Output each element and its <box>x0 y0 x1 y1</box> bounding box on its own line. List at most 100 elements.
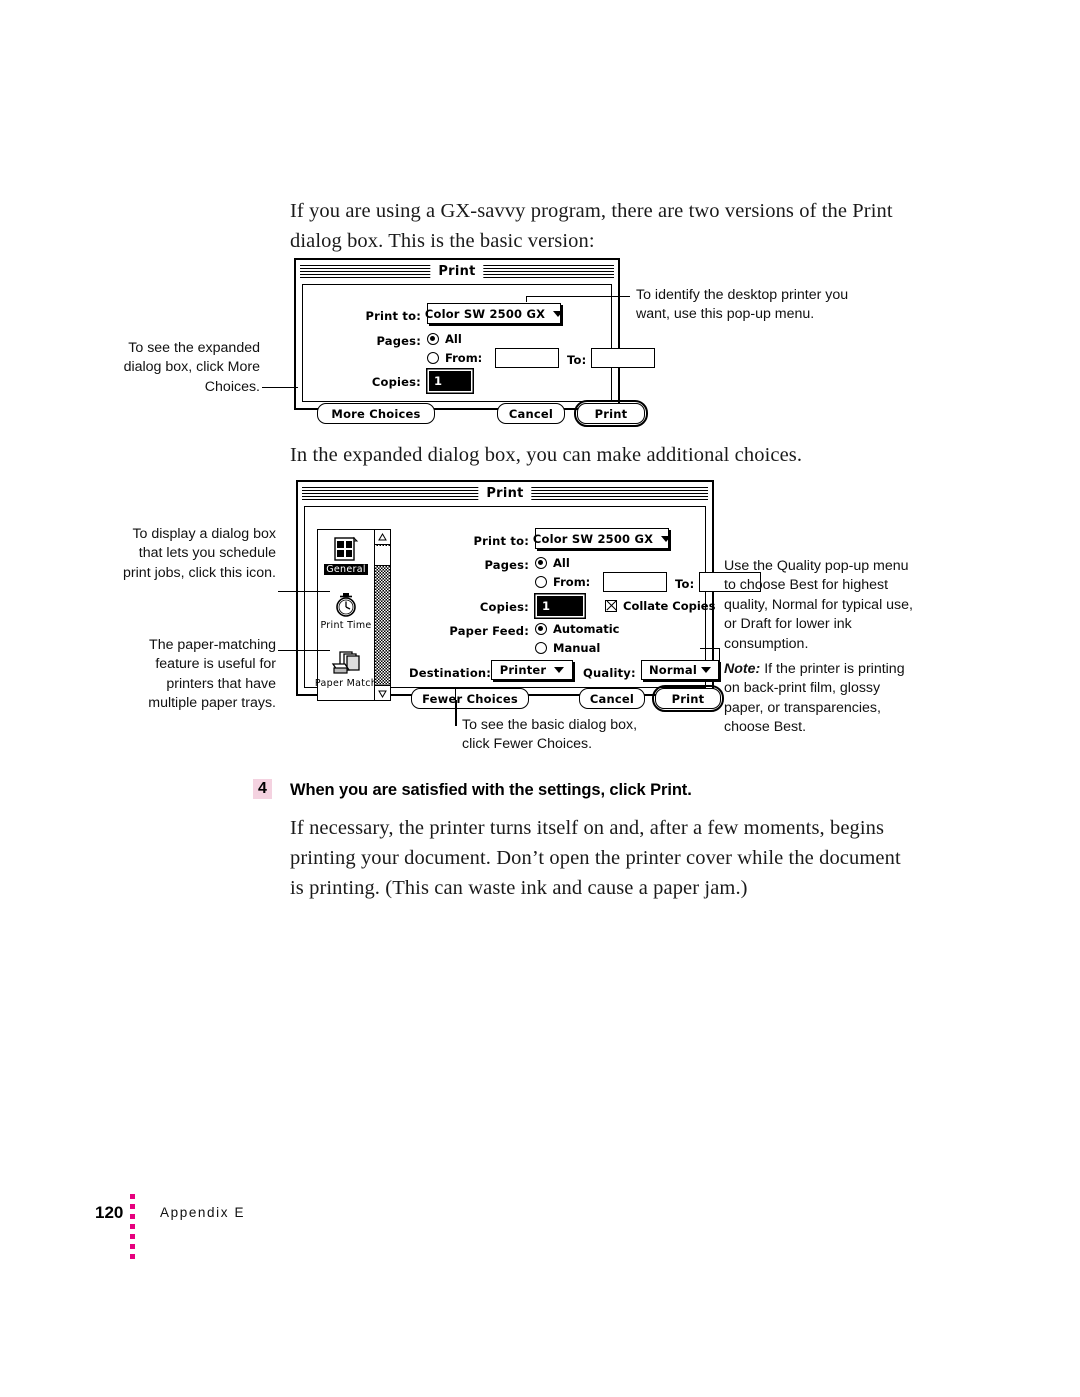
cancel-button[interactable]: Cancel <box>497 403 565 424</box>
pages-from-radio[interactable]: From: <box>427 351 482 365</box>
radio-dot-icon <box>535 557 547 569</box>
pages-from-radio[interactable]: From: <box>535 575 590 589</box>
callout-expanded-right-note: Note: If the printer is printing on back… <box>724 660 916 738</box>
print-button[interactable]: Print <box>574 400 648 427</box>
closing-paragraph: If necessary, the printer turns itself o… <box>290 817 901 899</box>
leader-expanded-right-drop <box>719 648 720 668</box>
step-text: When you are satisfied with the settings… <box>290 781 692 799</box>
collate-copies-label: Collate Copies <box>623 599 716 613</box>
pages-all-radio[interactable]: All <box>535 556 570 570</box>
pages-from-input[interactable] <box>495 348 559 368</box>
collate-copies-checkbox[interactable]: Collate Copies <box>605 599 715 613</box>
scrollbar-thumb[interactable] <box>375 546 390 566</box>
chevron-down-icon <box>554 667 565 673</box>
pages-to-label: To: <box>567 353 587 367</box>
footer-dot <box>130 1224 135 1229</box>
print-to-label: Print to: <box>473 534 529 548</box>
footer-dot <box>130 1214 135 1219</box>
pages-from-label: From: <box>553 575 591 589</box>
footer-dot <box>130 1244 135 1249</box>
footer-dot <box>130 1194 135 1199</box>
basic-dialog-content: Print to: Color SW 2500 GX Pages: All Fr… <box>302 284 655 427</box>
intro-paragraph: If you are using a GX-savvy program, the… <box>290 200 893 252</box>
document-page-icon <box>334 536 359 561</box>
callout-expanded-bottom: To see the basic dialog box, click Fewer… <box>462 717 638 753</box>
radio-dot-icon <box>535 576 547 588</box>
footer-dot-column <box>130 1194 135 1259</box>
scroll-up-arrow-icon[interactable] <box>375 530 390 545</box>
destination-label: Destination: <box>409 666 492 680</box>
callout-basic-right: To identify the desktop printer you want… <box>636 287 849 323</box>
leader-basic-left <box>262 387 298 388</box>
expanded-dialog-content: General Print Time Paper Match Print to:… <box>304 506 761 712</box>
quality-label: Quality: <box>583 666 636 680</box>
radio-dot-icon <box>427 352 439 364</box>
footer-section-label: Appendix E <box>160 1205 246 1220</box>
chevron-down-icon <box>661 535 672 542</box>
middle-paragraph: In the expanded dialog box, you can make… <box>290 444 803 466</box>
paper-feed-manual-radio[interactable]: Manual <box>535 641 600 655</box>
paper-feed-manual-label: Manual <box>553 641 601 655</box>
icon-caption: Paper Match <box>314 678 378 689</box>
pages-from-label: From: <box>445 351 483 365</box>
chevron-down-icon <box>701 667 712 673</box>
print-button[interactable]: Print <box>652 685 724 712</box>
callout-expanded-left-bottom: The paper-matching feature is useful for… <box>148 637 276 712</box>
quality-value: Normal <box>648 663 698 677</box>
paper-feed-label: Paper Feed: <box>449 624 529 638</box>
footer-dot <box>130 1234 135 1239</box>
leader-expanded-left-bottom <box>278 650 330 651</box>
cancel-button[interactable]: Cancel <box>579 688 645 709</box>
expanded-print-dialog: Print General Print Time Paper Match Pri… <box>296 480 761 712</box>
icon-cell-general[interactable]: General <box>318 536 374 575</box>
checkbox-icon <box>605 600 617 612</box>
pages-to-input[interactable] <box>591 348 655 368</box>
basic-dialog-title: Print <box>430 263 484 281</box>
radio-dot-icon <box>535 623 547 635</box>
pages-from-input[interactable] <box>603 572 667 592</box>
paper-feed-automatic-label: Automatic <box>553 622 620 636</box>
icon-list-scrollbar[interactable] <box>374 530 390 700</box>
stopwatch-icon <box>336 593 356 617</box>
pages-to-label: To: <box>675 577 695 591</box>
leader-expanded-right <box>700 648 720 649</box>
footer-dot <box>130 1204 135 1209</box>
paper-feed-automatic-radio[interactable]: Automatic <box>535 622 619 636</box>
footer-dot <box>130 1254 135 1259</box>
destination-popup[interactable]: Printer <box>491 660 573 680</box>
print-to-value: Color SW 2500 GX <box>532 531 654 546</box>
copies-input[interactable]: 1 <box>537 596 583 616</box>
radio-dot-icon <box>535 642 547 654</box>
page-number: 120 <box>95 1203 124 1222</box>
print-to-label: Print to: <box>365 309 421 323</box>
basic-dialog-titlebar: Print <box>300 263 614 281</box>
copies-label: Copies: <box>371 375 421 389</box>
print-to-popup[interactable]: Color SW 2500 GX <box>424 303 564 324</box>
copies-value: 1 <box>542 599 551 613</box>
chevron-down-icon <box>553 310 564 317</box>
icon-caption: General <box>324 564 368 575</box>
callout-expanded-right-quality: Use the Quality pop-up menu to choose Be… <box>724 558 913 652</box>
leader-basic-right <box>526 296 630 297</box>
leader-expanded-bottom-v <box>455 688 456 720</box>
fewer-choices-button[interactable]: Fewer Choices <box>411 688 529 709</box>
print-to-popup[interactable]: Color SW 2500 GX <box>532 528 672 549</box>
panel-icon-list[interactable]: General Print Time Paper Match <box>314 529 391 701</box>
pages-all-radio[interactable]: All <box>427 332 462 346</box>
icon-cell-paper-match[interactable]: Paper Match <box>314 650 378 689</box>
icon-caption: Print Time <box>320 620 372 631</box>
leader-expanded-left-top <box>278 591 330 592</box>
copies-label: Copies: <box>479 600 529 614</box>
quality-popup[interactable]: Normal <box>641 660 719 680</box>
print-to-value: Color SW 2500 GX <box>424 306 546 321</box>
scroll-down-arrow-icon[interactable] <box>375 685 390 700</box>
copies-value: 1 <box>434 374 443 388</box>
pages-label: Pages: <box>376 334 421 348</box>
step-number: 4 <box>253 779 272 799</box>
expanded-dialog-titlebar: Print <box>302 485 708 503</box>
copies-input[interactable]: 1 <box>429 371 471 391</box>
icon-cell-print-time[interactable]: Print Time <box>318 592 374 631</box>
paper-stack-icon <box>331 651 360 674</box>
more-choices-button[interactable]: More Choices <box>317 403 435 424</box>
pages-label: Pages: <box>484 558 529 572</box>
